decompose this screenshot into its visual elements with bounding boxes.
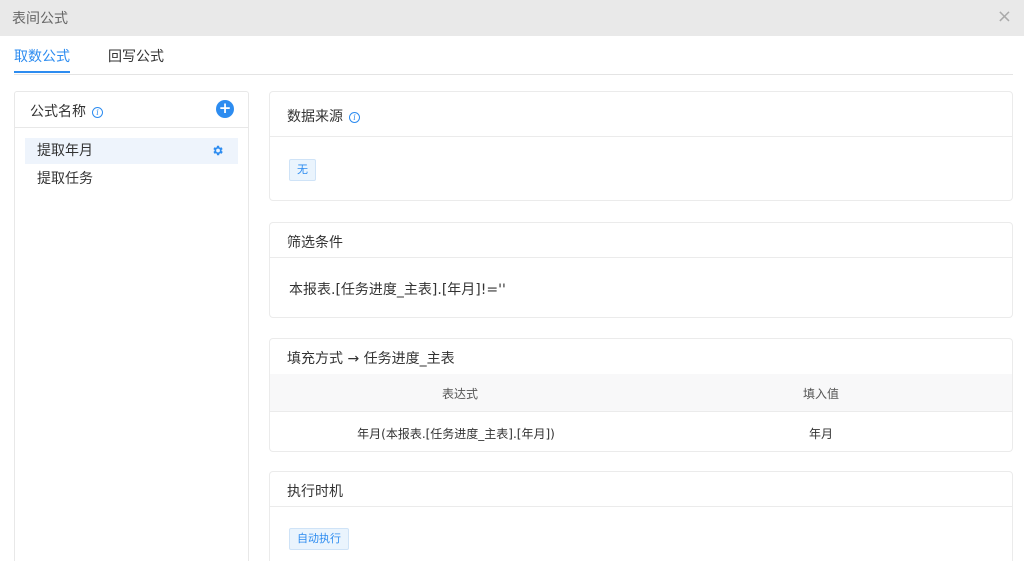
- data-source-title-text: 数据来源: [287, 109, 343, 125]
- execution-timing-title: 执行时机: [287, 484, 343, 500]
- data-source-card: 数据来源 i 无: [269, 91, 1013, 201]
- gear-icon[interactable]: [211, 144, 224, 157]
- formula-item[interactable]: 提取任务: [25, 166, 238, 192]
- tab-writeback-formula[interactable]: 回写公式: [108, 46, 164, 66]
- info-icon[interactable]: i: [92, 107, 103, 118]
- close-icon[interactable]: ×: [997, 6, 1012, 28]
- formula-list-title-text: 公式名称: [30, 104, 86, 120]
- execution-timing-card: 执行时机 自动执行: [269, 471, 1013, 561]
- formula-list-panel: 公式名称 i + 提取年月 提取任务: [14, 91, 249, 561]
- tab-fetch-formula[interactable]: 取数公式: [14, 46, 70, 66]
- tab-bar: 取数公式 回写公式: [14, 36, 1013, 75]
- data-source-title: 数据来源 i: [287, 106, 360, 126]
- fill-method-title: 填充方式 → 任务进度_主表: [287, 351, 455, 367]
- filter-title: 筛选条件: [287, 235, 343, 251]
- formula-list-title: 公式名称 i: [30, 101, 103, 121]
- formula-item-label: 提取任务: [37, 171, 93, 187]
- info-icon[interactable]: i: [349, 112, 360, 123]
- formula-item[interactable]: 提取年月: [25, 138, 238, 164]
- formula-list-header: 公式名称 i +: [15, 92, 248, 128]
- filter-card: 筛选条件 本报表.[任务进度_主表].[年月]!='': [269, 222, 1013, 318]
- dialog-titlebar: 表间公式 ×: [0, 0, 1024, 36]
- dialog-title: 表间公式: [12, 11, 68, 27]
- table-cell-expression: 年月(本报表.[任务进度_主表].[年月]): [357, 427, 555, 441]
- column-header-expression: 表达式: [441, 387, 479, 401]
- filter-header: 筛选条件: [270, 223, 1012, 258]
- fill-table-header: 表达式 填入值: [270, 374, 1012, 412]
- formula-item-label: 提取年月: [37, 143, 93, 159]
- filter-expression: 本报表.[任务进度_主表].[年月]!='': [289, 282, 506, 298]
- active-tab-indicator: [14, 71, 70, 73]
- column-header-fill-value: 填入值: [802, 387, 840, 401]
- data-source-tag[interactable]: 无: [289, 159, 316, 181]
- table-cell-fill-value: 年月: [808, 427, 834, 441]
- fill-method-card: 填充方式 → 任务进度_主表 表达式 填入值 年月(本报表.[任务进度_主表].…: [269, 338, 1013, 452]
- execution-timing-tag[interactable]: 自动执行: [289, 528, 349, 550]
- execution-timing-header: 执行时机: [270, 472, 1012, 507]
- add-formula-button[interactable]: +: [216, 100, 234, 118]
- fill-method-header: 填充方式 → 任务进度_主表: [270, 339, 1012, 374]
- data-source-header: 数据来源 i: [270, 92, 1012, 137]
